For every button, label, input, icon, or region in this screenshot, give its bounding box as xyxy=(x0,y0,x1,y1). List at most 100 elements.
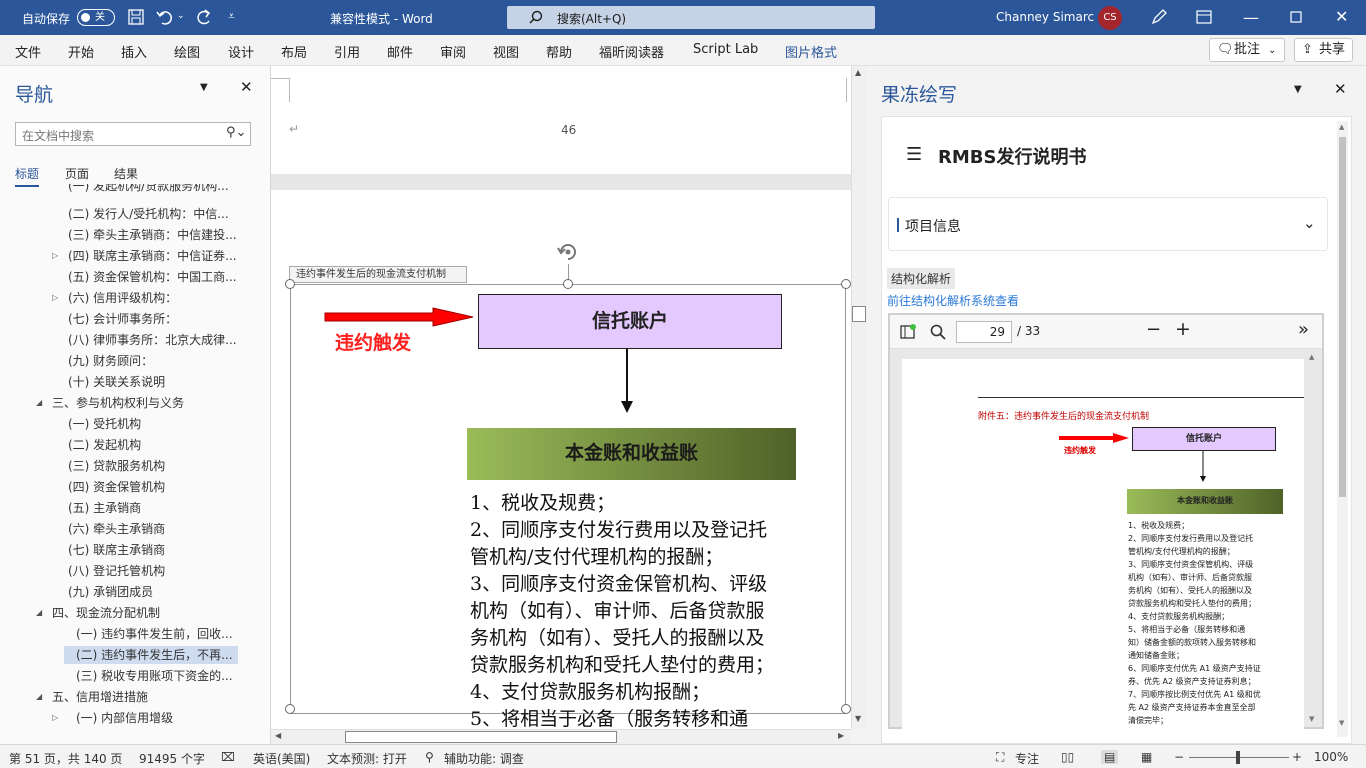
autosave-toggle[interactable]: 关 xyxy=(77,9,115,26)
nav-heading-item[interactable]: 四、现金流分配机制 xyxy=(52,604,160,622)
tab-insert[interactable]: 插入 xyxy=(121,42,147,61)
focus-mode[interactable]: 专注 xyxy=(1015,750,1039,767)
nav-heading-item[interactable]: (三) 税收专用账项下资金的... xyxy=(76,667,233,685)
document-page-current[interactable]: 违约事件发生后的现金流支付机制 违约触发 信托账户 本金账和收益账 1、税收及规… xyxy=(271,190,851,729)
nav-heading-item[interactable]: (四) 资金保管机构 xyxy=(68,478,165,496)
focus-icon[interactable]: ⛶ xyxy=(996,750,1004,765)
undo-dropdown-icon[interactable]: ⌄ xyxy=(177,11,185,21)
panel-scroll-down-icon[interactable]: ▼ xyxy=(1339,719,1344,727)
tab-results[interactable]: 结果 xyxy=(114,165,138,182)
sidebar-toggle-icon[interactable] xyxy=(900,324,916,340)
nav-heading-item[interactable]: (九) 财务顾问： xyxy=(68,352,153,370)
panel-scrollbar[interactable]: ▲ ▼ xyxy=(1337,121,1348,737)
redo-icon[interactable] xyxy=(195,9,213,25)
resize-handle[interactable] xyxy=(285,279,295,289)
tab-file[interactable]: 文件 xyxy=(15,42,41,61)
minimize-icon[interactable]: — xyxy=(1243,8,1259,27)
nav-heading-item[interactable]: (八) 律师事务所：北京大成律... xyxy=(68,331,237,349)
page-count[interactable]: 第 51 页，共 140 页 xyxy=(9,750,122,767)
nav-heading-item[interactable]: (七) 会计师事务所： xyxy=(68,310,177,328)
resize-handle[interactable] xyxy=(841,279,851,289)
tab-view[interactable]: 视图 xyxy=(493,42,519,61)
nav-heading-item[interactable]: (二) 发起机构 xyxy=(68,436,141,454)
accessibility-status[interactable]: 辅助功能: 调查 xyxy=(444,750,524,767)
maximize-icon[interactable] xyxy=(1290,11,1302,23)
expand-icon[interactable]: ▷ xyxy=(52,251,58,260)
ribbon-display-icon[interactable] xyxy=(1196,10,1212,24)
panel-scroll-up-icon[interactable]: ▲ xyxy=(1339,123,1344,131)
word-count[interactable]: 91495 个字 xyxy=(139,750,205,767)
tab-references[interactable]: 引用 xyxy=(334,42,360,61)
tab-home[interactable]: 开始 xyxy=(68,42,94,61)
hamburger-menu-icon[interactable]: ☰ xyxy=(906,144,922,165)
collapse-icon[interactable]: ◢ xyxy=(36,608,42,617)
customize-toolbar-icon[interactable]: ⩡ xyxy=(228,9,235,24)
nav-heading-item[interactable]: (三) 贷款服务机构 xyxy=(68,457,165,475)
rotate-handle-icon[interactable] xyxy=(556,240,580,264)
search-box[interactable]: 搜索(Alt+Q) xyxy=(507,6,875,29)
expand-icon[interactable]: ▷ xyxy=(52,293,58,302)
share-button[interactable]: ⇪ 共享 xyxy=(1294,38,1353,62)
accessibility-icon[interactable]: ⚲ xyxy=(425,750,434,764)
search-icon[interactable]: ⚲⌄ xyxy=(226,125,246,140)
zoom-out-icon[interactable]: − xyxy=(1174,750,1184,764)
nav-heading-item[interactable]: (三) 牵头主承销商：中信建投... xyxy=(68,226,237,244)
scroll-down-icon[interactable]: ▼ xyxy=(855,714,861,723)
scroll-left-icon[interactable]: ◀ xyxy=(275,731,281,740)
tab-foxit-reader[interactable]: 福昕阅读器 xyxy=(599,42,664,61)
document-canvas[interactable]: ↵ 46 违约事件发生后的现金流支付机制 违约触发 信托账户 本金账和收益账 1… xyxy=(271,66,851,729)
scrollbar-thumb[interactable] xyxy=(345,731,617,743)
vertical-scrollbar[interactable]: ▲ ▼ xyxy=(851,66,867,729)
panel-options-icon[interactable]: ▼ xyxy=(1294,84,1302,95)
avatar[interactable]: CS xyxy=(1098,6,1122,30)
project-info-accordion[interactable]: 项目信息 ⌄ xyxy=(888,197,1328,251)
language[interactable]: 英语(美国) xyxy=(253,750,310,767)
nav-heading-item[interactable]: (七) 联席主承销商 xyxy=(68,541,165,559)
close-window-icon[interactable]: ✕ xyxy=(1335,7,1348,26)
nav-heading-item[interactable]: (六) 信用评级机构： xyxy=(68,289,177,307)
zoom-in-icon[interactable]: + xyxy=(1175,318,1191,340)
web-layout-icon[interactable]: ▦ xyxy=(1141,750,1152,764)
pdf-scroll-up-icon[interactable]: ▲ xyxy=(1309,353,1314,361)
panel-scrollbar-thumb[interactable] xyxy=(1339,137,1346,497)
tab-picture-format[interactable]: 图片格式 xyxy=(785,42,837,61)
nav-heading-item[interactable]: (九) 承销团成员 xyxy=(68,583,153,601)
zoom-level[interactable]: 100% xyxy=(1314,750,1348,764)
resize-handle[interactable] xyxy=(563,279,573,289)
horizontal-scrollbar[interactable]: ◀ ▶ xyxy=(271,729,851,745)
proofing-icon[interactable]: ⌧ xyxy=(221,750,235,764)
scroll-right-icon[interactable]: ▶ xyxy=(838,731,844,740)
print-layout-icon[interactable]: ▤ xyxy=(1101,750,1119,764)
scrollbar-thumb[interactable] xyxy=(852,306,866,322)
tab-pages[interactable]: 页面 xyxy=(65,165,89,182)
tab-help[interactable]: 帮助 xyxy=(546,42,572,61)
nav-heading-item-selected[interactable]: (二) 违约事件发生后，不再... xyxy=(64,646,238,664)
zoom-search-icon[interactable] xyxy=(930,324,946,340)
zoom-slider-thumb[interactable] xyxy=(1236,751,1240,764)
pdf-page-input[interactable]: 29 xyxy=(956,321,1012,343)
nav-heading-item[interactable]: (一) 违约事件发生前，回收... xyxy=(76,625,233,643)
tab-draw[interactable]: 绘图 xyxy=(174,42,200,61)
user-name[interactable]: Channey Simarc xyxy=(996,10,1094,24)
nav-heading-item[interactable]: (五) 资金保管机构：中国工商... xyxy=(68,268,237,286)
tab-headings[interactable]: 标题 xyxy=(15,165,40,187)
nav-heading-item[interactable]: (十) 关联关系说明 xyxy=(68,373,165,391)
tab-review[interactable]: 审阅 xyxy=(440,42,466,61)
nav-heading-item[interactable]: (四) 联席主承销商：中信证券... xyxy=(68,247,237,265)
nav-search-input[interactable]: 在文档中搜索 ⚲⌄ xyxy=(15,122,251,146)
nav-heading-item[interactable]: 五、信用增进措施 xyxy=(52,688,148,706)
more-tools-icon[interactable]: » xyxy=(1298,319,1309,340)
text-predictions[interactable]: 文本预测: 打开 xyxy=(327,750,407,767)
nav-heading-item[interactable]: (一) 内部信用增级 xyxy=(76,709,173,727)
undo-icon[interactable] xyxy=(156,9,174,25)
collapse-icon[interactable]: ◢ xyxy=(36,692,42,701)
comments-button[interactable]: 🗨 批注 ⌄ xyxy=(1209,38,1285,62)
save-icon[interactable] xyxy=(128,9,144,25)
structured-parse-link[interactable]: 前往结构化解析系统查看 xyxy=(887,292,1019,309)
tab-design[interactable]: 设计 xyxy=(228,42,254,61)
nav-heading-item[interactable]: (二) 发行人/受托机构：中信... xyxy=(68,205,229,223)
nav-options-icon[interactable]: ▼ xyxy=(200,82,208,93)
chevron-down-icon[interactable]: ⌄ xyxy=(1303,214,1316,232)
collapse-icon[interactable]: ◢ xyxy=(36,398,42,407)
panel-close-icon[interactable]: ✕ xyxy=(1334,80,1347,98)
